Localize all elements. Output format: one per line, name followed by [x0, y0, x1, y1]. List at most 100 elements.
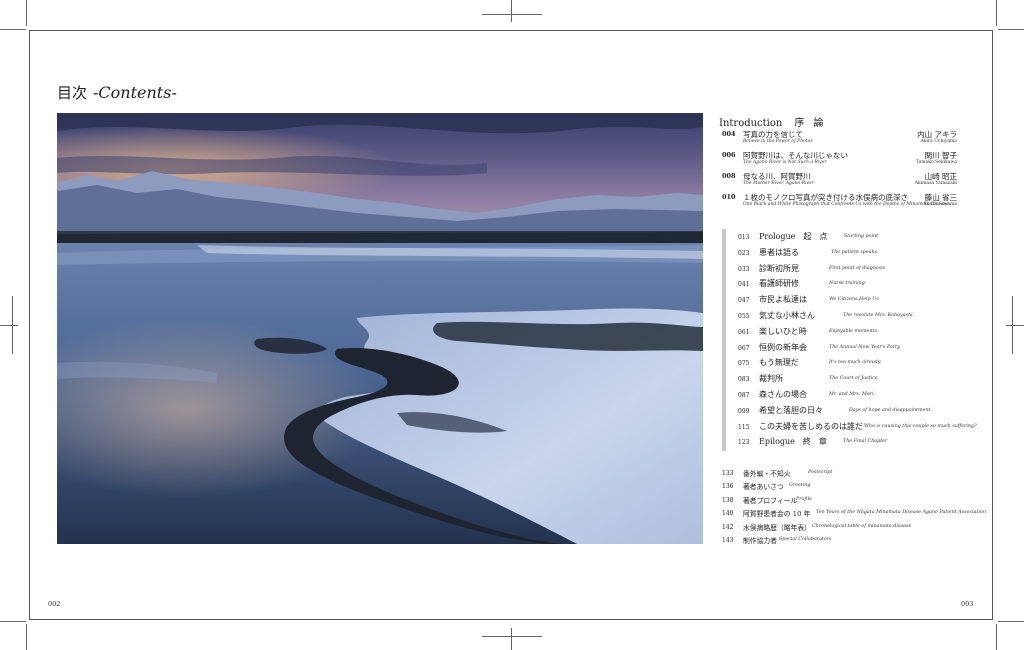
chapter-item[interactable]: 061 楽しいひと時 Enjoyable moments. — [726, 325, 976, 341]
chapter-item[interactable]: 087 森さんの場合 Mr. and Mrs. Mori. — [726, 388, 976, 404]
chapter-title-jp: 森さんの場合 — [759, 389, 807, 399]
chapter-item[interactable]: 075 もう無理だ It's too much already. — [726, 356, 976, 372]
entry-title-en: The Agano River is Not Such a River — [743, 160, 827, 165]
entry-title-en: Chronological table of minamata disease — [812, 523, 912, 529]
supplementary-item[interactable]: 136 著者あいさつ Greeting — [722, 480, 982, 493]
chapter-title-jp: Epilogue 終 章 — [759, 437, 827, 447]
page-number: 143 — [722, 536, 734, 544]
introduction-item[interactable]: 006 阿賀野川は、そんな川じゃない The Agano River is No… — [719, 150, 957, 171]
author-name-en: Shozo Suyama — [923, 202, 957, 207]
chapter-item[interactable]: 023 患者は語る The patient speaks. — [726, 246, 976, 262]
chapter-item[interactable]: 099 希望と落胆の日々 Days of hope and disappointme… — [726, 404, 976, 420]
chapter-title-en: The Annual New Year's Party. — [829, 344, 901, 350]
chapter-title-jp: 看護師研修 — [759, 279, 799, 289]
chapter-title-en: The resolute Mrs. Kobayashi. — [843, 312, 915, 318]
page-number: 013 — [738, 234, 750, 241]
chapter-title-en: First point of diagnosis — [829, 265, 886, 271]
introduction-label-jp: 序 論 — [794, 118, 827, 129]
chapter-title-en: Who is causing this couple so much suffe… — [864, 423, 977, 429]
chapter-title-jp: 診断初所見 — [759, 263, 799, 273]
chapter-item[interactable]: 041 看護師研修 Nurse training. — [726, 277, 976, 293]
chapter-title-jp: 市民よ私達は — [759, 295, 807, 305]
title-jp: 目次 — [57, 84, 88, 102]
introduction-item[interactable]: 008 母なる川、阿賀野川 The Mother River, Agano Ri… — [719, 171, 957, 192]
supplementary-list: 133 番外編・不知火 Postscript 136 著者あいさつ Greeting 138… — [722, 467, 986, 547]
page-number: 055 — [738, 312, 750, 320]
page-number: 142 — [722, 523, 734, 531]
chapter-title-en: The Final Chapter — [843, 439, 888, 445]
entry-title-jp: 水俣病略歴（略年表） — [743, 523, 811, 532]
chapter-title-jp: Prologue 起 点 — [759, 232, 828, 241]
entry-title-en: Profile — [796, 496, 812, 502]
chapter-item[interactable]: 123 Epilogue 終 章 The Final Chapter — [726, 435, 976, 451]
page-number: 140 — [722, 510, 734, 518]
page-number: 033 — [738, 265, 750, 273]
chapter-title-en: The patient speaks. — [831, 249, 879, 255]
chapter-title-jp: もう無理だ — [759, 358, 799, 368]
entry-title-en: Special Collaborators — [779, 536, 832, 542]
chapter-title-jp: この夫婦を苦しめるのは誰だ — [759, 421, 863, 431]
supplementary-item[interactable]: 138 著者プロフィール Profile — [722, 494, 982, 507]
supplementary-item[interactable]: 133 番外編・不知火 Postscript — [722, 467, 982, 480]
page-number: 041 — [738, 281, 750, 289]
entry-title-jp: 番外編・不知火 — [743, 470, 791, 478]
chapter-item[interactable]: 055 気丈な小林さん The resolute Mrs. Kobayashi. — [726, 309, 976, 325]
page-number: 023 — [738, 249, 750, 257]
introduction-list: 004 写真の力を信じて Believe in the Power of Pho… — [719, 129, 957, 213]
page-number: 047 — [738, 297, 750, 305]
author-name-en: Tomoko Sekikawa — [915, 160, 957, 165]
chapter-title-jp: 恒例の新年会 — [759, 342, 807, 352]
page-number: 004 — [722, 130, 736, 138]
page-number: 010 — [722, 193, 736, 201]
chapter-title-jp: 裁判所 — [759, 374, 783, 384]
chapter-item[interactable]: 047 市民よ私達は We Citizens,Help Us — [726, 293, 976, 309]
introduction-heading: Introduction 序 論 — [719, 114, 827, 129]
chapter-item[interactable]: 033 診断初所見 First point of diagnosis — [726, 262, 976, 278]
page-number: 067 — [738, 344, 750, 352]
supplementary-item[interactable]: 142 水俣病略歴（略年表） Chronological table of mina… — [722, 521, 982, 534]
introduction-item[interactable]: 010 １枚のモノクロ写真が突き付ける水俣病の底深さ One Black and… — [719, 192, 957, 213]
chapter-title-en: We Citizens,Help Us — [829, 297, 879, 303]
entry-title-en: The Mother River, Agano River — [743, 181, 814, 186]
folio-left: 002 — [48, 600, 61, 608]
entry-title-en: Postscript — [808, 470, 833, 475]
chapter-list: 013 Prologue 起 点 Starting point 023 患者は語る The… — [722, 229, 977, 452]
page-number: 133 — [722, 470, 734, 477]
introduction-label: Introduction — [719, 118, 783, 129]
page-number: 123 — [738, 439, 750, 447]
contents-title: 目次 -Contents- — [57, 82, 177, 103]
page-number: 099 — [738, 407, 750, 415]
chapter-item[interactable]: 083 裁判所 The Court of Justice — [726, 372, 976, 388]
chapter-title-en: It's too much already. — [829, 360, 882, 366]
chapter-title-en: Enjoyable moments. — [829, 328, 879, 334]
page-number: 006 — [722, 151, 736, 159]
chapter-title-en: Nurse training. — [829, 281, 867, 287]
page-number: 138 — [722, 496, 734, 504]
page-number: 008 — [722, 172, 736, 180]
page-number: 115 — [738, 423, 750, 431]
chapter-item[interactable]: 115 この夫婦を苦しめるのは誰だ Who is causing this coup… — [726, 420, 977, 436]
chapter-title-jp: 気丈な小林さん — [759, 310, 815, 320]
entry-title-jp: 制作協力者 — [743, 536, 777, 545]
page-number: 087 — [738, 391, 750, 399]
entry-title-jp: 阿賀野患者会の 10 年 — [743, 510, 811, 519]
page-number: 075 — [738, 360, 750, 368]
author-name-en: Akimasa Yamazaki — [914, 181, 957, 186]
folio-right: 003 — [961, 600, 974, 608]
chapter-title-en: Days of hope and disappointment. — [849, 407, 932, 413]
chapter-item[interactable]: 013 Prologue 起 点 Starting point — [726, 230, 976, 246]
chapter-item[interactable]: 067 恒例の新年会 The Annual New Year's Party. — [726, 341, 976, 357]
chapter-title-en: Starting point — [844, 234, 879, 239]
page-number: 061 — [738, 328, 750, 336]
landscape-river-photo — [57, 113, 703, 544]
entry-title-en: Greeting — [789, 483, 811, 489]
entry-title-en: One Black and White Photograph that Conf… — [743, 202, 949, 207]
page-number: 083 — [738, 376, 750, 384]
chapter-title-jp: 希望と落胆の日々 — [759, 405, 823, 415]
introduction-item[interactable]: 004 写真の力を信じて Believe in the Power of Pho… — [719, 129, 957, 150]
chapter-title-en: The Court of Justice — [829, 376, 878, 382]
supplementary-item[interactable]: 143 制作協力者 Special Collaborators — [722, 534, 982, 547]
entry-title-en: Ten Years of the Niigata Minamata Diseas… — [816, 510, 986, 516]
entry-title-jp: 著者プロフィール — [743, 496, 798, 505]
supplementary-item[interactable]: 140 阿賀野患者会の 10 年 Ten Years of the Niigata … — [722, 507, 986, 520]
